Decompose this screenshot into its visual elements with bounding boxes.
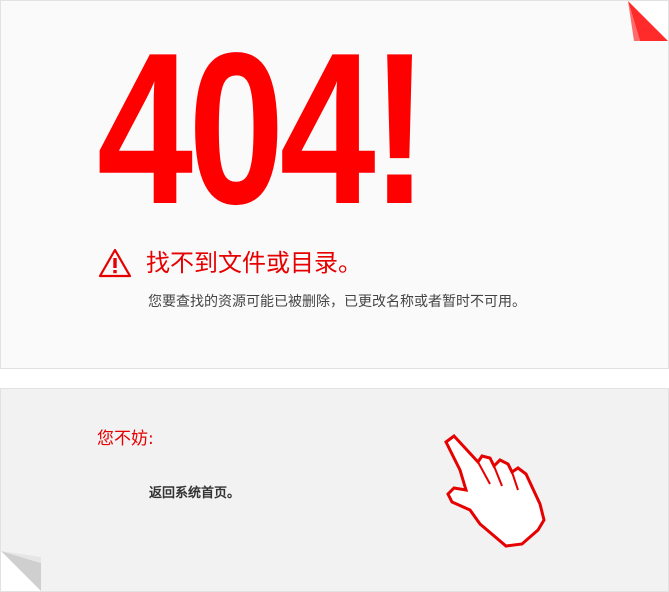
error-headline: 找不到文件或目录。	[146, 249, 362, 277]
page-curl-icon	[1, 551, 41, 591]
error-message: 您要查找的资源可能已被删除，已更改名称或者暂时不可用。	[148, 294, 526, 310]
error-code: 404!	[97, 7, 428, 249]
warning-triangle-icon	[98, 248, 132, 278]
pointing-hand-icon	[444, 433, 546, 548]
suggestions-panel	[0, 388, 669, 592]
error-headline-row: 找不到文件或目录。	[98, 246, 362, 280]
page-curl-icon	[628, 1, 668, 41]
suggestions-label: 您不妨:	[97, 429, 154, 449]
home-link[interactable]: 返回系统首页。	[149, 482, 240, 501]
